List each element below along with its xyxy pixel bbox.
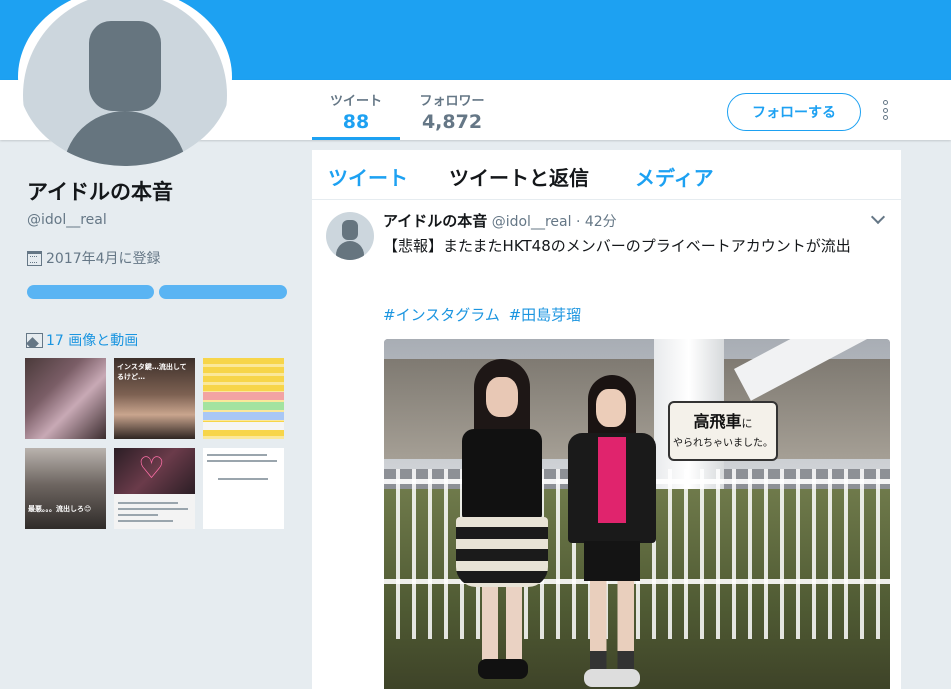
tweet-hashtags: #インスタグラム #田島芽瑠 (383, 304, 585, 325)
media-thumbnail[interactable]: 最悪。。。流出しろ😊 (25, 448, 106, 529)
profile-handle[interactable]: @idol__real (27, 212, 107, 228)
image-icon (26, 332, 43, 348)
tweet-author-handle[interactable]: @idol__real (492, 214, 572, 230)
tweet-timestamp[interactable]: 42分 (585, 214, 617, 230)
calendar-icon (27, 250, 42, 266)
timeline-card: ツイート ツイートと返信 メディア アイドルの本音 @idol__real · … (312, 150, 901, 689)
person-figure (452, 359, 552, 689)
media-link-label: 17 画像と動画 (46, 333, 139, 349)
stat-tweets-label: ツイート (329, 94, 382, 109)
tab-media[interactable]: メディア (635, 162, 714, 191)
stat-followers-value: 4,872 (421, 111, 483, 133)
tweet-author-name[interactable]: アイドルの本音 (383, 212, 487, 230)
stat-followers[interactable]: フォロワー 4,872 (408, 90, 496, 133)
stat-tweets[interactable]: ツイート 88 (312, 90, 400, 140)
more-icon[interactable] (879, 100, 891, 124)
timeline-tabs: ツイート ツイートと返信 メディア (312, 150, 901, 200)
sign-line1: 高飛車 (693, 412, 742, 431)
tab-tweets[interactable]: ツイート (328, 162, 408, 191)
media-thumbnail[interactable]: インスタ鍵…流出してるけど… (114, 358, 195, 439)
thumbnail-caption: インスタ鍵…流出してるけど… (117, 363, 187, 381)
hashtag-link[interactable]: #田島芽瑠 (509, 306, 582, 324)
joined-text: 2017年4月に登録 (46, 251, 161, 267)
media-thumbnail[interactable]: ♡ (114, 448, 195, 529)
thumbnail-caption: 最悪。。。流出しろ😊 (28, 505, 92, 513)
tweet-avatar[interactable] (326, 212, 374, 260)
sign-line2: やられちゃいました。 (673, 438, 773, 449)
heart-icon: ♡ (138, 451, 165, 486)
joined-date: 2017年4月に登録 (27, 248, 161, 268)
media-thumbnail[interactable] (25, 358, 106, 439)
media-thumbnail[interactable] (203, 448, 284, 529)
stat-followers-label: フォロワー (419, 94, 485, 109)
follow-button[interactable]: フォローする (727, 93, 861, 131)
media-thumbnail[interactable] (203, 358, 284, 439)
profile-name[interactable]: アイドルの本音 (27, 176, 173, 206)
tweet-header: アイドルの本音 @idol__real · 42分 (383, 210, 617, 231)
tab-tweets-and-replies[interactable]: ツイートと返信 (449, 162, 589, 191)
sign-line1-small: に (741, 417, 753, 430)
stat-tweets-value: 88 (342, 111, 370, 133)
photo-sign: 高飛車に やられちゃいました。 (668, 401, 778, 461)
tweet-photo[interactable]: 高飛車に やられちゃいました。 (384, 339, 890, 689)
hashtag-link[interactable]: #インスタグラム (383, 306, 500, 324)
default-avatar-icon (23, 0, 227, 166)
placeholder-bar (159, 285, 287, 299)
placeholder-bar (27, 285, 154, 299)
tweet-text: 【悲報】またまたHKT48のメンバーのプライベートアカウントが流出 (383, 237, 851, 255)
tweet-separator: · (575, 214, 581, 230)
media-link[interactable]: 17 画像と動画 (26, 330, 138, 350)
chevron-down-icon[interactable] (870, 209, 886, 225)
person-figure (562, 375, 662, 689)
profile-avatar[interactable] (18, 0, 232, 166)
